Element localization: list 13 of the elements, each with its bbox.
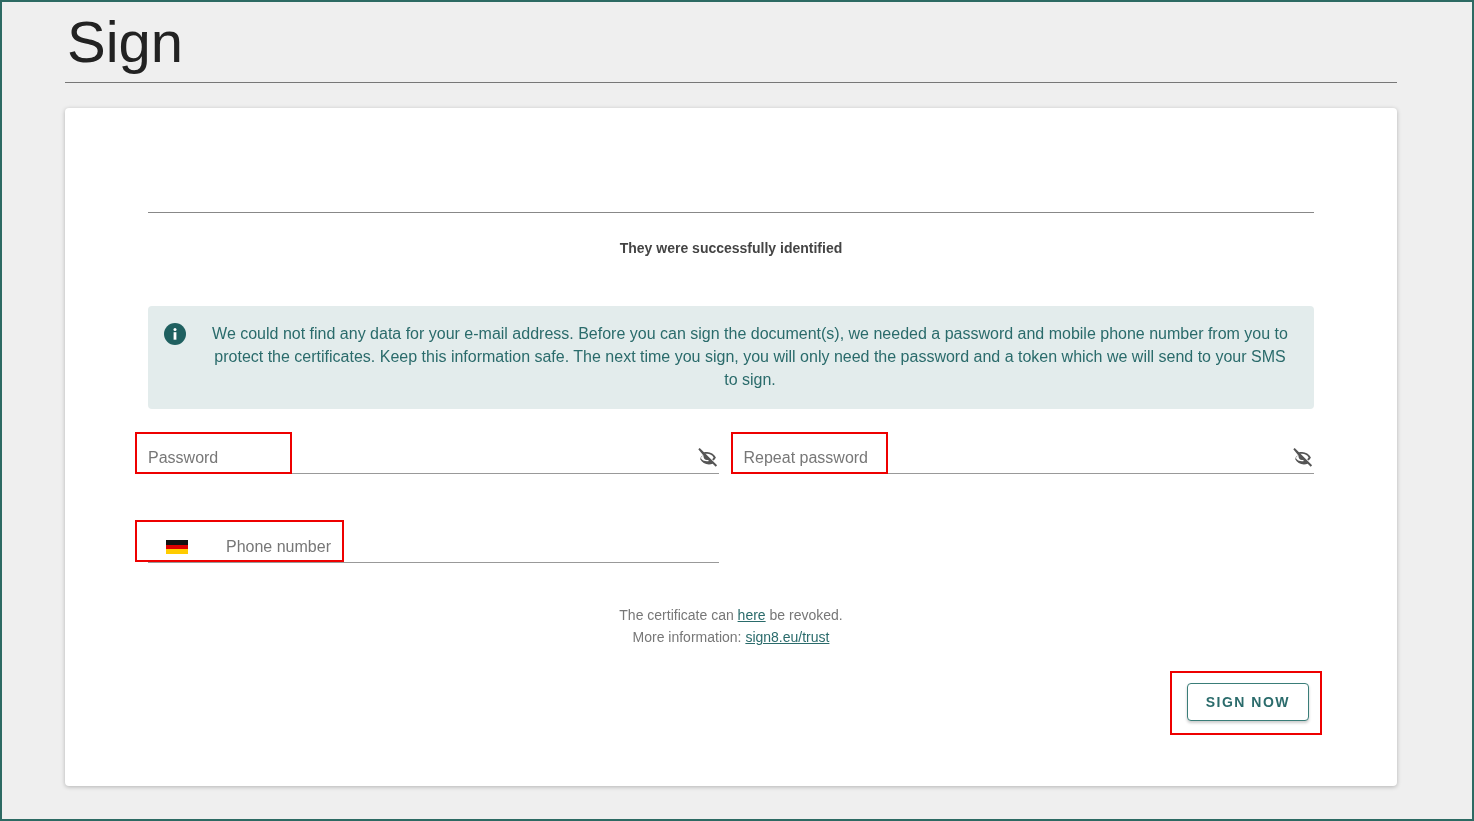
trust-link[interactable]: sign8.eu/trust <box>745 629 830 645</box>
info-icon <box>164 323 186 345</box>
password-field[interactable]: Password <box>148 449 695 467</box>
page-title: Sign <box>66 8 184 76</box>
flag-icon[interactable] <box>166 540 188 554</box>
here-link[interactable]: here <box>737 607 766 623</box>
more-info-text: More information: sign8.eu/trust <box>632 629 830 645</box>
password-field[interactable]: Repeat password <box>743 449 1290 467</box>
sign-now-button[interactable]: SIGN NOW <box>1186 683 1309 721</box>
phone-field[interactable]: Phone number <box>226 538 719 556</box>
revoke-note: The certificate can here be revoked. <box>619 607 843 623</box>
status-text: They were successfully identified <box>619 240 843 256</box>
info-text: We could not find any data for your e-mail address. Before you can sign the document(s), we needed a password and mobile phone number from you to protect the certificates. Keep this information safe. The next time you sign, you will only need the password and a token which we will send to your SMS to sign. <box>211 324 1289 390</box>
